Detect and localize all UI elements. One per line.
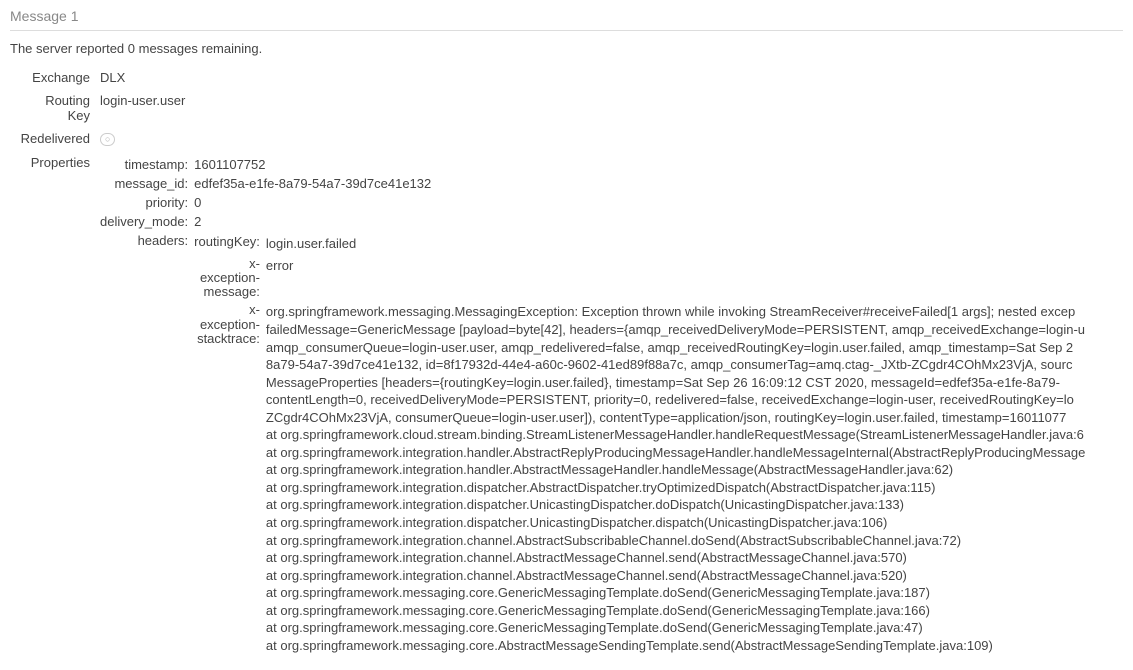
value-exchange: DLX — [100, 66, 1085, 89]
remaining-prefix: The server reported — [10, 41, 128, 56]
label-timestamp: timestamp: — [100, 155, 194, 174]
value-priority: 0 — [194, 193, 1085, 212]
label-redelivered: Redelivered — [10, 127, 100, 151]
row-message-id: message_id: edfef35a-e1fe-8a79-54a7-39d7… — [100, 174, 1085, 193]
remaining-suffix: messages remaining. — [135, 41, 262, 56]
row-routing-key: Routing Key login-user.user — [10, 89, 1085, 127]
row-properties: Properties timestamp: 1601107752 message… — [10, 151, 1085, 662]
row-header-x-exception-stacktrace: x- exception- stacktrace: org.springfram… — [194, 301, 1085, 656]
label-header-x-exception-message: x- exception- message: — [194, 255, 266, 302]
value-message-id: edfef35a-e1fe-8a79-54a7-39d7ce41e132 — [194, 174, 1085, 193]
value-routing-key: login-user.user — [100, 89, 1085, 127]
label-header-x-exception-stacktrace: x- exception- stacktrace: — [194, 301, 266, 656]
label-exchange: Exchange — [10, 66, 100, 89]
separator — [10, 30, 1123, 31]
row-timestamp: timestamp: 1601107752 — [100, 155, 1085, 174]
label-routing-key: Routing Key — [10, 89, 100, 127]
remaining-count: 0 — [128, 41, 135, 56]
label-message-id: message_id: — [100, 174, 194, 193]
remaining-message: The server reported 0 messages remaining… — [10, 41, 1123, 56]
label-priority: priority: — [100, 193, 194, 212]
message-table: Exchange DLX Routing Key login-user.user… — [10, 66, 1085, 662]
message-title: Message 1 — [10, 8, 1123, 24]
row-delivery-mode: delivery_mode: 2 — [100, 212, 1085, 231]
value-delivery-mode: 2 — [194, 212, 1085, 231]
row-headers: headers: routingKey: login.user.failed — [100, 231, 1085, 658]
value-timestamp: 1601107752 — [194, 155, 1085, 174]
row-priority: priority: 0 — [100, 193, 1085, 212]
label-delivery-mode: delivery_mode: — [100, 212, 194, 231]
row-header-x-exception-message: x- exception- message: error — [194, 255, 1085, 302]
row-exchange: Exchange DLX — [10, 66, 1085, 89]
properties-table: timestamp: 1601107752 message_id: edfef3… — [100, 155, 1085, 658]
label-headers: headers: — [100, 231, 194, 658]
value-header-x-exception-stacktrace: org.springframework.messaging.MessagingE… — [266, 301, 1085, 656]
value-header-x-exception-message: error — [266, 255, 1085, 302]
headers-table: routingKey: login.user.failed x- excepti… — [194, 233, 1085, 656]
row-redelivered: Redelivered ○ — [10, 127, 1085, 151]
value-redelivered: ○ — [100, 133, 115, 146]
label-properties: Properties — [10, 151, 100, 662]
label-header-routingkey: routingKey: — [194, 233, 266, 255]
value-header-routingkey: login.user.failed — [266, 233, 1085, 255]
row-header-routingkey: routingKey: login.user.failed — [194, 233, 1085, 255]
